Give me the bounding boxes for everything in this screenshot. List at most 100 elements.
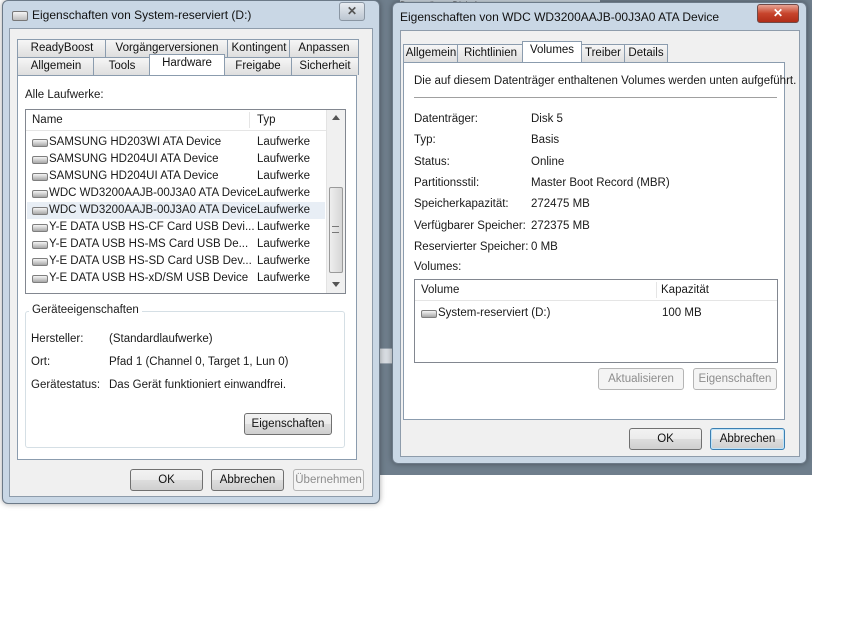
drive-name: WDC WD3200AAJB-00J3A0 ATA Device: [49, 204, 257, 216]
hardware-tab-page: Alle Laufwerke: Name Typ SAMSUNG HD203WI…: [17, 75, 357, 460]
info-value: Disk 5: [531, 113, 563, 125]
drive-type: Laufwerke: [257, 221, 311, 233]
left-close-button[interactable]: ✕: [339, 2, 365, 21]
tab-general[interactable]: Allgemein: [403, 44, 459, 62]
drives-list[interactable]: Name Typ SAMSUNG HD203WI ATA Device Laufw…: [25, 109, 346, 294]
column-type[interactable]: Typ: [257, 110, 276, 130]
description-separator: [414, 97, 777, 98]
right-client-area: Allgemein Richtlinien Volumes Treiber De…: [400, 30, 800, 457]
drive-icon: [32, 258, 48, 266]
info-label: Status:: [414, 155, 450, 168]
cancel-button[interactable]: Abbrechen: [211, 469, 284, 491]
right-close-button[interactable]: ✕: [757, 4, 799, 23]
prop-label-manufacturer: Hersteller:: [31, 333, 84, 345]
prop-value-manufacturer: (Standardlaufwerke): [109, 333, 213, 345]
info-label: Speicherkapazität:: [414, 198, 509, 211]
drive-type: Laufwerke: [257, 255, 311, 267]
prop-value-location: Pfad 1 (Channel 0, Target 1, Lun 0): [109, 356, 289, 368]
info-value: 272375 MB: [531, 219, 590, 232]
volume-capacity: 100 MB: [662, 307, 702, 319]
tab-policies[interactable]: Richtlinien: [457, 44, 524, 62]
info-value: 272475 MB: [531, 198, 590, 211]
drives-list-header: Name Typ: [26, 110, 326, 131]
drive-name: SAMSUNG HD204UI ATA Device: [49, 153, 219, 165]
tab-volumes[interactable]: Volumes: [522, 41, 582, 62]
all-drives-label: Alle Laufwerke:: [25, 89, 104, 101]
column-volume[interactable]: Volume: [421, 280, 459, 300]
left-client-area: ReadyBoost Vorgängerversionen Kontingent…: [9, 28, 373, 497]
volume-name: System-reserviert (D:): [438, 307, 551, 319]
tab-sicherheit[interactable]: Sicherheit: [291, 57, 359, 75]
tab-allgemein[interactable]: Allgemein: [17, 57, 95, 75]
drive-type: Laufwerke: [257, 204, 311, 216]
prop-label-status: Gerätestatus:: [31, 379, 101, 391]
drive-type: Laufwerke: [257, 153, 311, 165]
info-value: Online: [531, 155, 565, 168]
column-capacity[interactable]: Kapazität: [661, 280, 709, 300]
info-label: Typ:: [414, 134, 436, 147]
right-title-bar: Eigenschaften von WDC WD3200AAJB-00J3A0 …: [393, 3, 806, 31]
drive-icon: [12, 11, 28, 21]
apply-button[interactable]: Übernehmen: [293, 469, 364, 491]
info-label: Datenträger:: [414, 113, 478, 125]
drive-row[interactable]: SAMSUNG HD204UI ATA Device Laufwerke: [27, 168, 325, 185]
ok-button[interactable]: OK: [629, 428, 702, 450]
volumes-list-header: Volume Kapazität: [415, 280, 777, 301]
volumes-description: Die auf diesem Datenträger enthaltenen V…: [414, 75, 797, 87]
volume-properties-button[interactable]: Eigenschaften: [693, 368, 777, 390]
info-label: Reservierter Speicher:: [414, 240, 529, 253]
left-window-title: Eigenschaften von System-reserviert (D:): [32, 8, 252, 22]
drive-row[interactable]: Y-E DATA USB HS-CF Card USB Devi... Laufw…: [27, 219, 325, 236]
info-value: Basis: [531, 134, 560, 147]
left-properties-window: Eigenschaften von System-reserviert (D:)…: [2, 0, 380, 504]
drive-type: Laufwerke: [257, 170, 311, 182]
prop-value-status: Das Gerät funktioniert einwandfrei.: [109, 379, 287, 391]
volumes-list[interactable]: Volume Kapazität System-reserviert (D:) …: [414, 279, 778, 363]
scroll-down-icon[interactable]: [332, 282, 340, 287]
drive-icon: [32, 207, 48, 215]
right-properties-window: Eigenschaften von WDC WD3200AAJB-00J3A0 …: [392, 2, 807, 464]
drive-icon: [32, 156, 48, 164]
column-name[interactable]: Name: [32, 110, 63, 130]
drive-row[interactable]: WDC WD3200AAJB-00J3A0 ATA Device Laufwerk…: [27, 202, 325, 219]
info-label: Partitionsstil:: [414, 176, 480, 189]
tab-anpassen[interactable]: Anpassen: [289, 39, 359, 57]
tab-freigabe[interactable]: Freigabe: [223, 57, 293, 75]
tab-readyboost[interactable]: ReadyBoost: [17, 39, 107, 57]
drive-name: WDC WD3200AAJB-00J3A0 ATA Device: [49, 187, 257, 199]
tab-driver[interactable]: Treiber: [580, 44, 626, 62]
cancel-button[interactable]: Abbrechen: [710, 428, 785, 450]
prop-label-location: Ort:: [31, 356, 51, 368]
drive-icon: [32, 139, 48, 147]
drive-type: Laufwerke: [257, 136, 311, 148]
info-label: Verfügbarer Speicher:: [414, 219, 526, 232]
drive-row[interactable]: WDC WD3200AAJB-00J3A0 ATA Device Laufwerk…: [27, 185, 325, 202]
drive-row[interactable]: SAMSUNG HD203WI ATA Device Laufwerke: [27, 134, 325, 151]
drive-icon: [32, 241, 48, 249]
device-properties-title: Geräteeigenschaften: [29, 304, 142, 316]
tab-details[interactable]: Details: [624, 44, 668, 62]
drive-name: Y-E DATA USB HS-MS Card USB De...: [49, 238, 249, 250]
volume-row[interactable]: System-reserviert (D:) 100 MB: [416, 305, 776, 322]
drive-row[interactable]: Y-E DATA USB HS-MS Card USB De... Laufwer…: [27, 236, 325, 253]
device-properties-button[interactable]: Eigenschaften: [244, 413, 332, 435]
drive-name: Y-E DATA USB HS-xD/SM USB Device: [49, 272, 249, 284]
drive-row[interactable]: SAMSUNG HD204UI ATA Device Laufwerke: [27, 151, 325, 168]
ok-button[interactable]: OK: [130, 469, 203, 491]
drive-row[interactable]: Y-E DATA USB HS-xD/SM USB Device Laufwerk…: [27, 270, 325, 287]
drive-icon: [32, 224, 48, 232]
info-value: 0 MB: [531, 240, 558, 253]
tab-tools[interactable]: Tools: [93, 57, 151, 75]
volume-drive-icon: [421, 310, 437, 318]
left-title-bar: Eigenschaften von System-reserviert (D:)…: [3, 1, 379, 29]
tab-hardware[interactable]: Hardware: [149, 54, 225, 75]
volumes-label: Volumes:: [414, 261, 462, 273]
drive-type: Laufwerke: [257, 238, 311, 250]
refresh-button[interactable]: Aktualisieren: [598, 368, 684, 390]
drives-scrollbar[interactable]: [326, 110, 345, 293]
right-window-title: Eigenschaften von WDC WD3200AAJB-00J3A0 …: [400, 10, 720, 24]
scroll-up-icon[interactable]: [332, 115, 340, 120]
tab-kontingent[interactable]: Kontingent: [227, 39, 291, 57]
drive-row[interactable]: Y-E DATA USB HS-SD Card USB Dev... Laufwe…: [27, 253, 325, 270]
drive-icon: [32, 173, 48, 181]
